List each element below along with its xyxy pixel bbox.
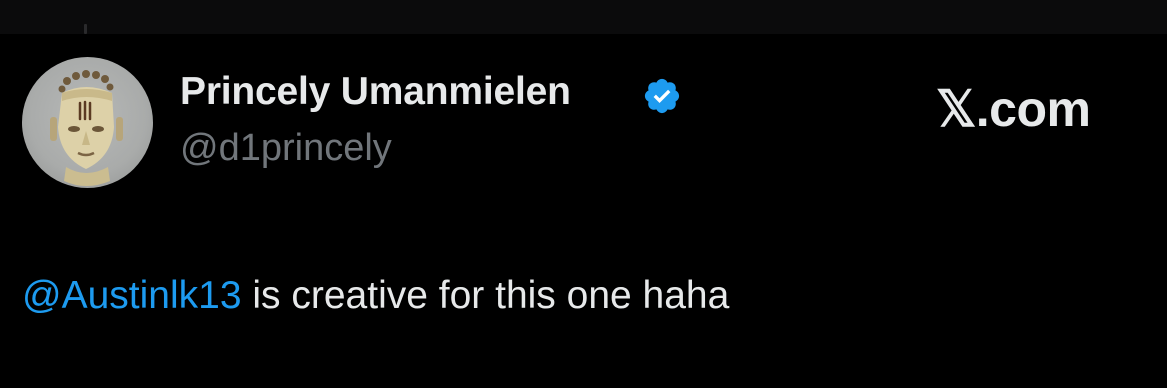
avatar[interactable] <box>22 57 153 188</box>
avatar-mask-image <box>50 70 123 186</box>
divider-tick <box>84 24 87 34</box>
x-brand-logo: 𝕏.com <box>936 81 1091 137</box>
mention-link[interactable]: @Austinlk13 <box>22 274 242 317</box>
previous-content-strip <box>0 0 1167 34</box>
author-display-name[interactable]: Princely Umanmielen <box>180 70 571 114</box>
author-handle[interactable]: @d1princely <box>180 127 392 170</box>
verified-badge-icon <box>644 78 680 114</box>
tweet-body: is creative for this one haha <box>241 274 730 317</box>
tweet-text: @Austinlk13 is creative for this one hah… <box>22 274 729 318</box>
